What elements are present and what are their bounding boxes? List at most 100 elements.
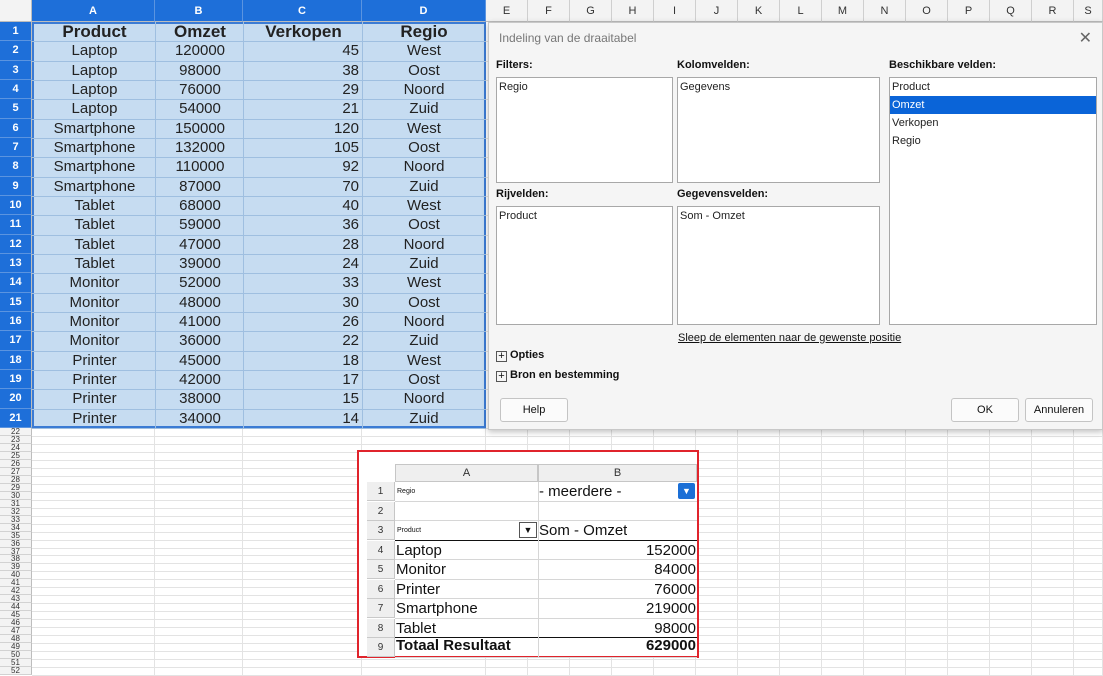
row-header[interactable]: 47 (0, 627, 32, 636)
table-cell[interactable]: Oost (364, 138, 484, 157)
row-header[interactable]: 14 (0, 273, 32, 293)
available-field-regio[interactable]: Regio (890, 132, 1096, 150)
options-expander[interactable]: + Opties (496, 349, 544, 362)
table-cell[interactable]: Zuid (364, 254, 484, 273)
table-cell[interactable]: Tablet (34, 254, 155, 273)
row-header[interactable]: 46 (0, 619, 32, 628)
table-cell[interactable]: Zuid (364, 409, 484, 428)
table-cell[interactable]: 120 (245, 119, 362, 138)
row-header[interactable]: 29 (0, 483, 32, 492)
expand-plus-icon[interactable]: + (496, 371, 507, 382)
row-header[interactable]: 23 (0, 435, 32, 444)
pivot-row-header[interactable]: 5 (367, 560, 395, 579)
row-header[interactable]: 42 (0, 587, 32, 596)
row-header[interactable]: 25 (0, 451, 32, 460)
row-header[interactable]: 27 (0, 467, 32, 476)
row-header[interactable]: 9 (0, 176, 32, 196)
table-header[interactable]: Product (34, 22, 155, 41)
table-cell[interactable]: 21 (245, 99, 362, 118)
table-cell[interactable]: Monitor (34, 331, 155, 350)
row-header[interactable]: 24 (0, 443, 32, 452)
column-header[interactable]: A (32, 0, 155, 22)
table-cell[interactable]: 22 (245, 331, 362, 350)
table-cell[interactable]: Monitor (34, 312, 155, 331)
table-cell[interactable]: 39000 (157, 254, 243, 273)
table-cell[interactable]: 29 (245, 80, 362, 99)
available-field-verkopen[interactable]: Verkopen (890, 114, 1096, 132)
pivot-item-label[interactable]: Monitor (396, 560, 446, 579)
row-header[interactable]: 51 (0, 659, 32, 668)
table-cell[interactable]: Noord (364, 312, 484, 331)
row-header[interactable]: 19 (0, 370, 32, 390)
close-icon[interactable]: ✕ (1079, 28, 1092, 48)
column-header[interactable]: D (362, 0, 486, 22)
table-cell[interactable]: Printer (34, 389, 155, 408)
row-header[interactable]: 4 (0, 80, 32, 100)
column-header[interactable]: P (948, 0, 990, 22)
table-cell[interactable]: Noord (364, 80, 484, 99)
table-cell[interactable]: 38 (245, 61, 362, 80)
table-cell[interactable]: Laptop (34, 61, 155, 80)
column-header[interactable]: N (864, 0, 906, 22)
pivot-item-value[interactable]: 98000 (539, 619, 696, 638)
table-cell[interactable]: 38000 (157, 389, 243, 408)
table-cell[interactable]: 33 (245, 273, 362, 292)
table-cell[interactable]: Monitor (34, 293, 155, 312)
table-cell[interactable]: 40 (245, 196, 362, 215)
pivot-row-header[interactable]: 2 (367, 501, 395, 521)
filters-box[interactable]: Regio (496, 77, 673, 183)
help-button[interactable]: Help (500, 398, 568, 422)
pivot-col-header-a[interactable]: A (395, 464, 538, 482)
pivot-row-header[interactable]: 7 (367, 599, 395, 618)
table-cell[interactable]: Oost (364, 370, 484, 389)
table-cell[interactable]: Noord (364, 157, 484, 176)
table-cell[interactable]: 68000 (157, 196, 243, 215)
pivot-row-header[interactable]: 3 (367, 521, 395, 540)
select-all-corner[interactable] (0, 0, 32, 22)
column-header[interactable]: B (155, 0, 243, 22)
table-cell[interactable]: 150000 (157, 119, 243, 138)
table-cell[interactable]: 17 (245, 370, 362, 389)
table-cell[interactable]: 48000 (157, 293, 243, 312)
row-header[interactable]: 45 (0, 611, 32, 620)
table-cell[interactable]: 52000 (157, 273, 243, 292)
table-cell[interactable]: Zuid (364, 177, 484, 196)
row-fields-item[interactable]: Product (497, 207, 672, 225)
column-header[interactable]: K (738, 0, 780, 22)
table-header[interactable]: Omzet (157, 22, 243, 41)
row-header[interactable]: 16 (0, 312, 32, 332)
table-cell[interactable]: Smartphone (34, 119, 155, 138)
table-cell[interactable]: Printer (34, 370, 155, 389)
table-cell[interactable]: 110000 (157, 157, 243, 176)
row-header[interactable]: 50 (0, 651, 32, 660)
table-cell[interactable]: 54000 (157, 99, 243, 118)
table-cell[interactable]: West (364, 119, 484, 138)
row-header[interactable]: 18 (0, 350, 32, 370)
row-header[interactable]: 10 (0, 196, 32, 216)
table-cell[interactable]: 15 (245, 389, 362, 408)
row-header[interactable]: 12 (0, 234, 32, 254)
row-header[interactable]: 30 (0, 491, 32, 500)
filters-item[interactable]: Regio (497, 78, 672, 96)
pivot-item-label[interactable]: Tablet (396, 619, 436, 638)
pivot-filter-value[interactable]: - meerdere - (539, 482, 622, 501)
table-cell[interactable]: 120000 (157, 41, 243, 60)
table-header[interactable]: Verkopen (245, 22, 362, 41)
table-cell[interactable]: Laptop (34, 99, 155, 118)
row-header[interactable]: 52 (0, 667, 32, 675)
pivot-row-header[interactable]: 9 (367, 638, 395, 657)
table-cell[interactable]: Noord (364, 389, 484, 408)
table-cell[interactable]: 98000 (157, 61, 243, 80)
row-header[interactable]: 5 (0, 99, 32, 119)
row-header[interactable]: 34 (0, 523, 32, 532)
column-header[interactable]: O (906, 0, 948, 22)
pivot-item-label[interactable]: Smartphone (396, 599, 478, 618)
table-cell[interactable]: West (364, 273, 484, 292)
row-header[interactable]: 41 (0, 579, 32, 588)
row-header[interactable]: 26 (0, 459, 32, 468)
table-cell[interactable]: Smartphone (34, 138, 155, 157)
row-header[interactable]: 33 (0, 515, 32, 524)
column-header[interactable]: R (1032, 0, 1074, 22)
table-cell[interactable]: Tablet (34, 215, 155, 234)
column-fields-box[interactable]: Gegevens (677, 77, 880, 183)
